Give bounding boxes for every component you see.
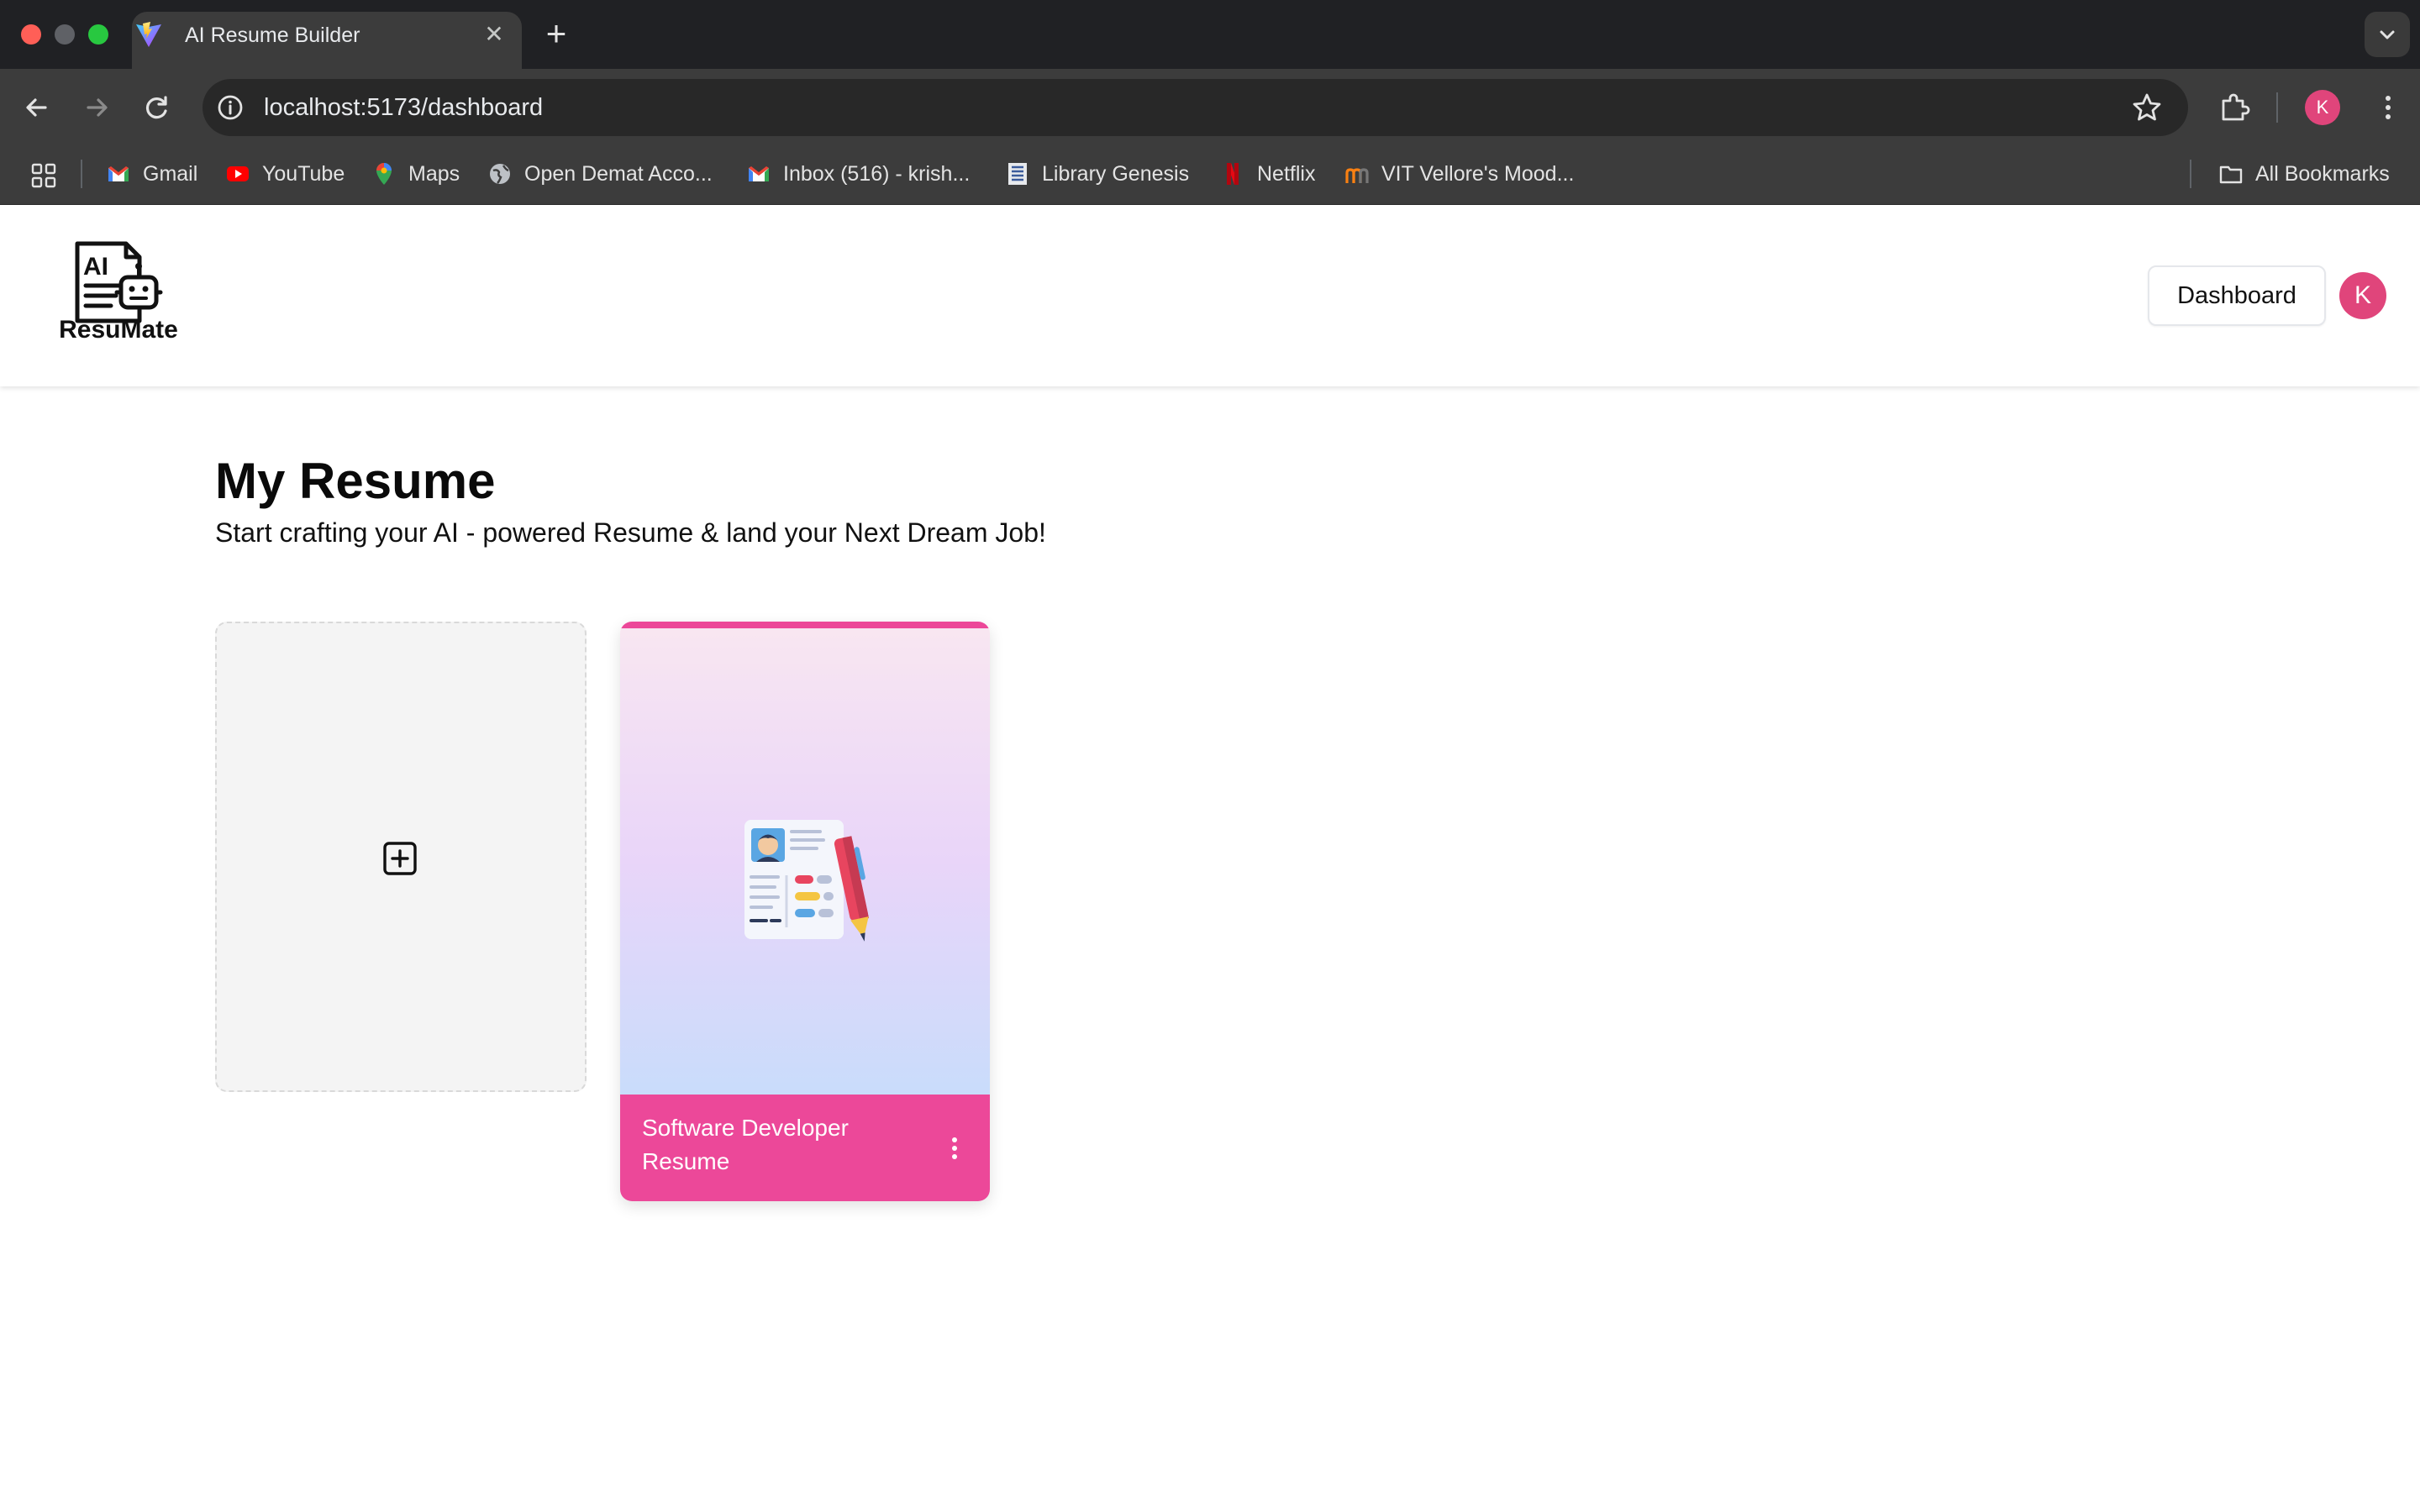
- bookmark-label: Inbox (516) - krish...: [783, 161, 971, 186]
- site-info-icon[interactable]: [215, 92, 245, 123]
- bookmarks-divider: [81, 160, 82, 188]
- tab-close-icon[interactable]: ✕: [482, 23, 506, 46]
- bookmark-youtube[interactable]: YouTube: [225, 159, 345, 189]
- forward-arrow-icon[interactable]: [76, 87, 117, 128]
- toolbar-divider: [2276, 92, 2278, 123]
- globe-icon: [490, 164, 510, 184]
- page-title: My Resume: [215, 453, 496, 509]
- bookmark-gmail[interactable]: Gmail: [106, 159, 197, 189]
- bookmark-label: YouTube: [262, 161, 345, 186]
- moodle-icon: [1345, 168, 1369, 183]
- logo-ai-text: AI: [83, 253, 108, 281]
- window-close-button[interactable]: [21, 24, 41, 45]
- bookmark-netflix[interactable]: Netflix: [1220, 159, 1315, 189]
- maps-icon: [376, 163, 392, 185]
- logo-wordmark: ResuMate: [59, 316, 178, 344]
- vite-favicon-icon: [136, 22, 161, 47]
- youtube-icon: [227, 166, 249, 181]
- bookmark-label: Open Demat Acco...: [524, 161, 713, 186]
- bookmark-library-genesis[interactable]: Library Genesis: [1005, 159, 1189, 189]
- window-minimize-button[interactable]: [55, 24, 75, 45]
- resumate-logo-icon[interactable]: AI: [39, 227, 198, 370]
- apps-grid-icon[interactable]: [30, 162, 57, 189]
- bookmark-maps[interactable]: Maps: [371, 159, 460, 189]
- new-tab-icon[interactable]: +: [541, 16, 571, 51]
- reload-icon[interactable]: [137, 87, 177, 128]
- window-maximize-button[interactable]: [88, 24, 108, 45]
- tab-search-button[interactable]: [2365, 12, 2410, 57]
- bookmarks-bar: [0, 146, 2420, 205]
- resume-card-footer: Software Developer Resume: [620, 1095, 990, 1201]
- bookmark-open-demat[interactable]: Open Demat Acco...: [487, 159, 713, 189]
- all-bookmarks-button[interactable]: All Bookmarks: [2218, 159, 2390, 189]
- folder-icon: [2219, 165, 2243, 184]
- netflix-icon: [1227, 163, 1239, 185]
- resume-card-accent: [620, 622, 990, 628]
- extensions-puzzle-icon[interactable]: [2216, 89, 2253, 126]
- kebab-menu-icon[interactable]: [2370, 89, 2407, 126]
- user-avatar[interactable]: K: [2339, 272, 2386, 319]
- more-vertical-icon[interactable]: [943, 1133, 966, 1163]
- dashboard-button[interactable]: Dashboard: [2148, 265, 2326, 326]
- library-icon: [1008, 163, 1027, 185]
- bookmark-label: Maps: [408, 161, 460, 186]
- gmail-icon: [108, 166, 129, 181]
- bookmark-label: Gmail: [143, 161, 198, 186]
- bookmarks-divider: [2190, 160, 2191, 188]
- bookmark-label: VIT Vellore's Mood...: [1381, 161, 1575, 186]
- bookmark-vit-moodle[interactable]: VIT Vellore's Mood...: [1344, 159, 1574, 189]
- resume-title[interactable]: Software Developer Resume: [642, 1111, 911, 1179]
- tab-title: AI Resume Builder: [185, 24, 360, 47]
- browser-profile-avatar[interactable]: K: [2305, 90, 2340, 125]
- plus-square-icon: [383, 842, 417, 875]
- app-header: [0, 205, 2420, 386]
- gmail-icon: [749, 166, 769, 181]
- resume-card[interactable]: Software Developer Resume: [620, 622, 990, 1201]
- resume-illustration-icon: [744, 820, 870, 942]
- page-subtitle: Start crafting your AI - powered Resume …: [215, 517, 1046, 548]
- all-bookmarks-label: All Bookmarks: [2255, 161, 2390, 186]
- url-text[interactable]: localhost:5173/dashboard: [264, 91, 543, 124]
- bookmark-label: Netflix: [1257, 161, 1316, 186]
- resume-preview[interactable]: [620, 628, 990, 1095]
- chevron-down-icon: [2380, 30, 2395, 39]
- bookmark-star-icon[interactable]: [2130, 91, 2164, 124]
- back-arrow-icon[interactable]: [17, 87, 57, 128]
- bookmark-label: Library Genesis: [1042, 161, 1190, 186]
- bookmark-inbox[interactable]: Inbox (516) - krish...: [746, 159, 970, 189]
